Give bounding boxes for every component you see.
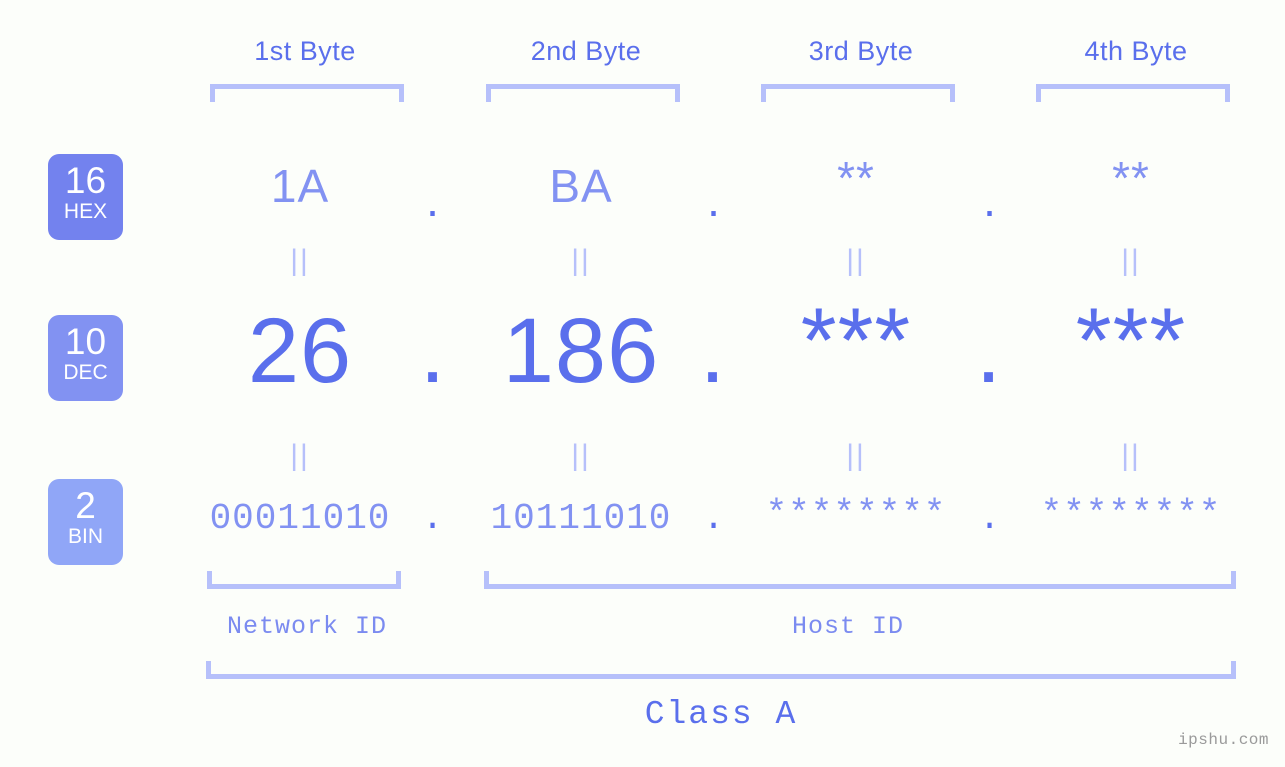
bin-byte-2: 10111010 <box>490 498 672 539</box>
dec-byte-2: 186 <box>502 300 660 402</box>
dec-byte-3: *** <box>800 290 912 392</box>
equals-separator-dec-bin-2: || <box>571 439 591 472</box>
base-badge-dec-label: DEC <box>63 361 108 384</box>
equals-separator-hex-dec-2: || <box>571 244 591 277</box>
dec-byte-4: *** <box>1075 290 1187 392</box>
bin-dot-1: . <box>421 498 445 539</box>
byte-bracket-2 <box>486 84 680 102</box>
base-badge-hex-number: 16 <box>64 160 107 201</box>
bin-byte-1: 00011010 <box>209 498 391 539</box>
base-badge-hex-label: HEX <box>63 200 108 223</box>
equals-separator-dec-bin-3: || <box>846 439 866 472</box>
watermark: ipshu.com <box>1178 731 1269 749</box>
equals-separator-hex-dec-1: || <box>290 244 310 277</box>
bin-dot-2: . <box>702 498 726 539</box>
bin-byte-3: ******** <box>765 494 947 535</box>
network-id-label: Network ID <box>226 612 388 641</box>
base-badge-bin: 2 BIN <box>48 479 123 565</box>
base-badge-dec-number: 10 <box>64 321 107 362</box>
class-label: Class A <box>644 696 798 733</box>
equals-separator-hex-dec-4: || <box>1121 244 1141 277</box>
byte-header-3: 3rd Byte <box>808 36 914 66</box>
class-bracket <box>206 661 1236 679</box>
base-badge-bin-label: BIN <box>67 525 103 548</box>
hex-dot-1: . <box>426 174 440 226</box>
hex-byte-4: ** <box>1112 152 1150 204</box>
byte-header-1: 1st Byte <box>254 36 356 66</box>
byte-bracket-4 <box>1036 84 1230 102</box>
hex-byte-2: BA <box>549 160 613 212</box>
byte-header-4: 4th Byte <box>1084 36 1188 66</box>
host-id-bracket <box>484 571 1236 589</box>
hex-byte-1: 1A <box>270 160 330 212</box>
equals-separator-hex-dec-3: || <box>846 244 866 277</box>
dec-dot-3: . <box>975 300 1003 402</box>
byte-bracket-3 <box>761 84 955 102</box>
equals-separator-dec-bin-4: || <box>1121 439 1141 472</box>
bin-byte-4: ******** <box>1040 494 1222 535</box>
base-badge-dec: 10 DEC <box>48 315 123 401</box>
hex-dot-3: . <box>983 174 997 226</box>
base-badge-hex: 16 HEX <box>48 154 123 240</box>
equals-separator-dec-bin-1: || <box>290 439 310 472</box>
base-badge-bin-number: 2 <box>75 485 96 526</box>
network-id-bracket <box>207 571 401 589</box>
byte-bracket-1 <box>210 84 404 102</box>
dec-dot-1: . <box>419 300 447 402</box>
dec-byte-1: 26 <box>247 300 353 402</box>
hex-dot-2: . <box>707 174 721 226</box>
byte-header-2: 2nd Byte <box>530 36 642 66</box>
dec-dot-2: . <box>699 300 727 402</box>
bin-dot-3: . <box>978 498 1002 539</box>
hex-byte-3: ** <box>837 152 875 204</box>
ip-breakdown-diagram: 1st Byte 2nd Byte 3rd Byte 4th Byte 16 H… <box>0 0 1285 767</box>
host-id-label: Host ID <box>791 612 905 641</box>
